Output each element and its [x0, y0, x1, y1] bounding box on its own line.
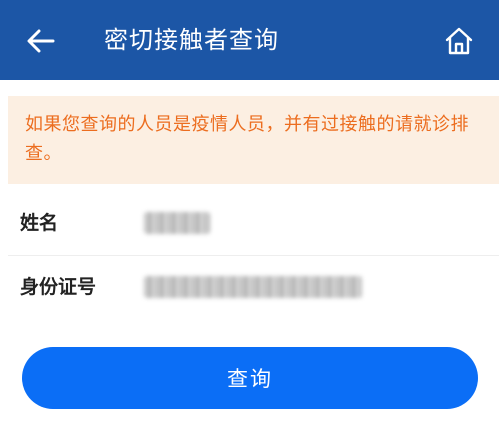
arrow-left-icon — [27, 29, 55, 53]
redacted-id-number — [144, 276, 362, 298]
name-row: 姓名 — [8, 192, 499, 256]
notice-banner: 如果您查询的人员是疫情人员，并有过接触的请就诊排查。 — [8, 96, 499, 184]
id-row: 身份证号 — [8, 256, 499, 320]
name-label: 姓名 — [20, 212, 59, 234]
close-contact-query-page: 密切接触者查询 如果您查询的人员是疫情人员，并有过接触的请就诊排查。 姓名 身份… — [0, 0, 499, 425]
app-header: 密切接触者查询 — [0, 0, 499, 80]
page-title: 密切接触者查询 — [104, 26, 279, 54]
home-icon — [445, 27, 473, 55]
redacted-name — [144, 212, 210, 234]
query-button[interactable]: 查询 — [22, 347, 478, 409]
home-button[interactable] — [440, 22, 478, 60]
id-number-field[interactable] — [144, 276, 366, 298]
back-button[interactable] — [24, 24, 58, 58]
id-label: 身份证号 — [20, 276, 97, 298]
name-field[interactable] — [144, 212, 214, 234]
